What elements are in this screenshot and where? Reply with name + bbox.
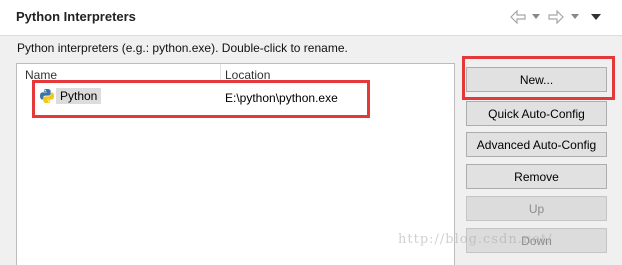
view-menu-icon[interactable] (591, 8, 601, 26)
highlight-box-interpreter (32, 80, 370, 118)
page-title: Python Interpreters (16, 9, 136, 24)
remove-button[interactable]: Remove (466, 164, 607, 189)
highlight-box-new (462, 56, 615, 100)
dropdown-icon[interactable] (571, 8, 579, 26)
down-button[interactable]: Down (466, 228, 607, 253)
page-header: Python Interpreters (0, 0, 622, 36)
back-arrow-icon[interactable] (510, 8, 526, 26)
forward-arrow-icon[interactable] (548, 8, 564, 26)
description-text: Python interpreters (e.g.: python.exe). … (17, 41, 348, 55)
advanced-auto-config-button[interactable]: Advanced Auto-Config (466, 132, 607, 157)
dropdown-icon[interactable] (532, 8, 540, 26)
quick-auto-config-button[interactable]: Quick Auto-Config (466, 101, 607, 126)
up-button[interactable]: Up (466, 196, 607, 221)
